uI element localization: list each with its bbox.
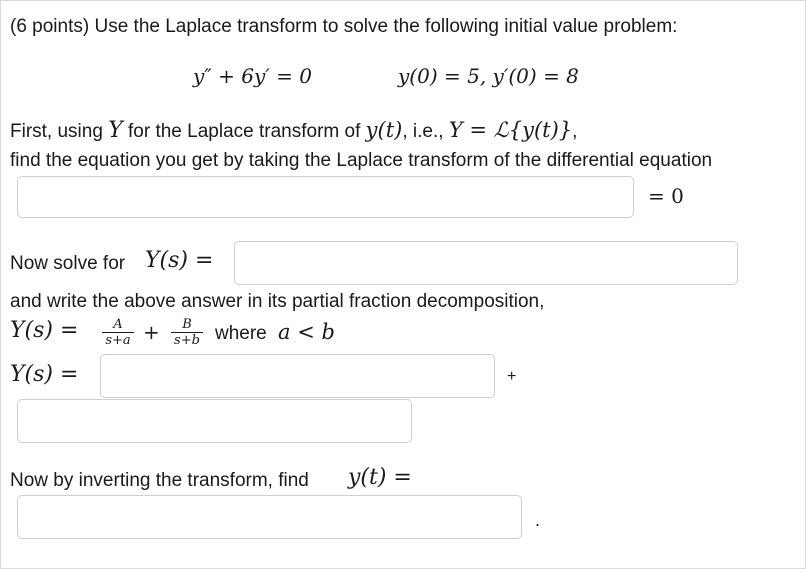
where-text: where xyxy=(215,323,267,344)
ode-equation: y″ + 6y′ = 0 xyxy=(193,64,313,88)
step1-ie: , i.e., xyxy=(402,121,449,142)
fraction-A-denominator: s+a xyxy=(105,333,131,348)
step1-yt: y(t) xyxy=(365,118,403,142)
Ys-answer-label: Y(s) = xyxy=(10,362,79,387)
initial-conditions: y(0) = 5, y′(0) = 8 xyxy=(398,64,579,88)
where-condition: a < b xyxy=(278,320,335,344)
problem-intro: (6 points) Use the Laplace transform to … xyxy=(10,16,678,37)
fraction-A-numerator: A xyxy=(113,317,123,332)
partial-fraction-term2-input[interactable] xyxy=(17,399,412,443)
step3-line1: and write the above answer in its partia… xyxy=(10,291,545,312)
partial-fraction-plus: + xyxy=(143,320,160,344)
plus-after-term1: + xyxy=(507,368,517,385)
transformed-equation-input[interactable] xyxy=(17,176,634,218)
partial-fraction-term1-input[interactable] xyxy=(100,354,495,398)
step4-yt-label: y(t) = xyxy=(348,465,412,490)
equals-zero: = 0 xyxy=(648,184,684,208)
fraction-A: A s+a xyxy=(101,318,135,347)
step1-line2: find the equation you get by taking the … xyxy=(10,150,713,171)
yt-solution-input[interactable] xyxy=(17,495,522,539)
step1-laplace-def: Y = ℒ{y(t)} xyxy=(448,118,573,142)
step1-mid: for the Laplace transform of xyxy=(122,121,366,142)
step1-Y-symbol: Y xyxy=(108,118,123,143)
step2-prefix: Now solve for xyxy=(10,253,126,274)
step1-end: , xyxy=(572,121,578,142)
fraction-B-denominator: s+b xyxy=(174,333,200,348)
Ys-solution-input[interactable] xyxy=(234,241,738,285)
fraction-B-numerator: B xyxy=(182,317,192,332)
partial-fraction-Ys: Y(s) = xyxy=(10,318,79,343)
final-period: . xyxy=(535,510,541,530)
step2-Ys-label: Y(s) = xyxy=(145,248,214,273)
step1-prefix: First, using xyxy=(10,121,109,142)
step1-line1: First, using Y for the Laplace transform… xyxy=(10,120,577,142)
fraction-B: B s+b xyxy=(170,318,204,347)
step4-prefix: Now by inverting the transform, find xyxy=(10,470,309,491)
